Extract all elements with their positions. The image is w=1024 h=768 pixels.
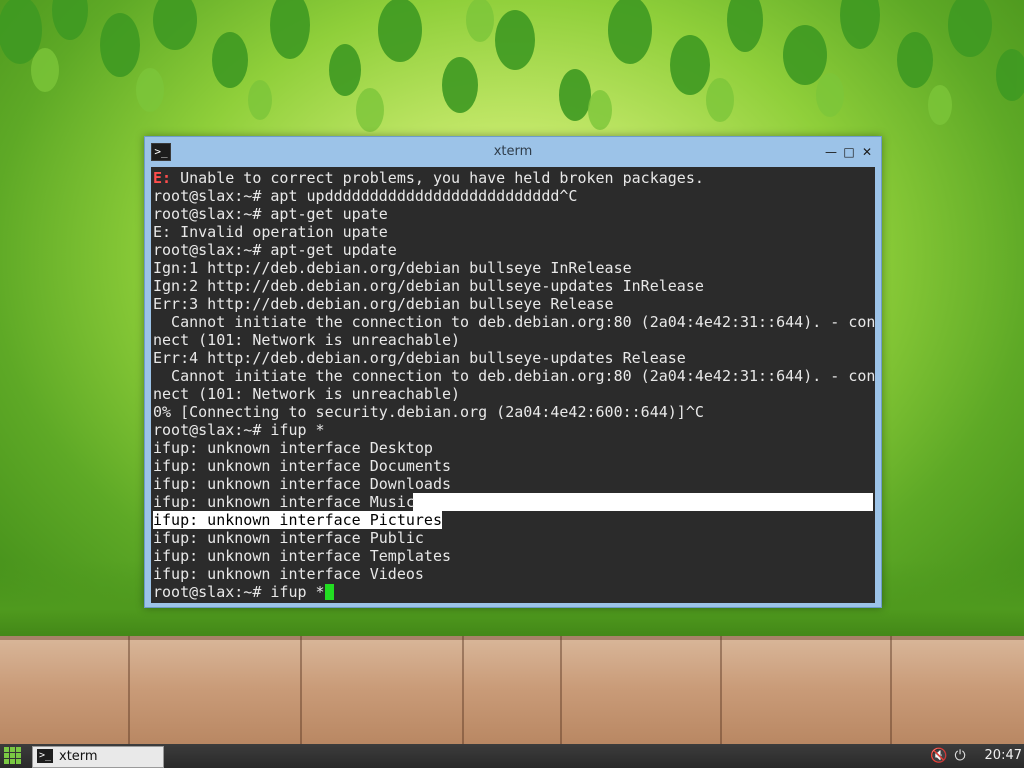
volume-muted-icon[interactable]: 🔇 [930, 748, 947, 764]
terminal-line: ifup: unknown interface Public [153, 529, 424, 547]
window-title: xterm [493, 144, 533, 159]
terminal-line: nect (101: Network is unreachable) [153, 331, 461, 349]
terminal-icon: >_ [37, 749, 53, 763]
deck-edge [0, 636, 1024, 640]
error-text: Unable to correct problems, you have hel… [171, 169, 704, 187]
terminal-output[interactable]: E: Unable to correct problems, you have … [151, 167, 875, 603]
terminal-line: root@slax:~# ifup * [153, 421, 325, 439]
prompt-text: root@slax:~# ifup * [153, 583, 325, 601]
error-prefix: E: [153, 169, 172, 187]
terminal-line: ifup: unknown interface Downloads [153, 475, 452, 493]
maximize-icon[interactable]: □ [841, 144, 857, 160]
close-icon[interactable]: ✕ [859, 144, 875, 160]
terminal-line: Ign:2 http://deb.debian.org/debian bulls… [153, 277, 704, 295]
terminal-line: ifup: unknown interface Documents [153, 457, 452, 475]
terminal-prompt-line[interactable]: root@slax:~# ifup * [153, 583, 334, 601]
text-selection-highlight [413, 493, 873, 511]
terminal-line: root@slax:~# apt-get upate [153, 205, 388, 223]
power-icon[interactable]: ⏻ [952, 748, 968, 764]
terminal-line: ifup: unknown interface Templates [153, 547, 452, 565]
terminal-line: ifup: unknown interface Music [153, 493, 415, 511]
terminal-line: Err:3 http://deb.debian.org/debian bulls… [153, 295, 614, 313]
terminal-line: root@slax:~# apt-get update [153, 241, 397, 259]
taskbar: >_ xterm 🔇 ⏻ 20:47 [0, 744, 1024, 768]
window-titlebar[interactable]: >_ xterm — □ ✕ [145, 137, 881, 167]
terminal-line: root@slax:~# apt upddddddddddddddddddddd… [153, 187, 578, 205]
terminal-line: E: Invalid operation upate [153, 223, 388, 241]
terminal-line: ifup: unknown interface Desktop [153, 439, 433, 457]
terminal-line: Cannot initiate the connection to deb.de… [153, 313, 875, 331]
xterm-window[interactable]: >_ xterm — □ ✕ E: Unable to correct prob… [144, 136, 882, 608]
clock[interactable]: 20:47 [978, 744, 1022, 768]
taskbar-item-xterm[interactable]: >_ xterm [32, 746, 164, 768]
app-grid-icon[interactable] [4, 747, 22, 765]
taskbar-item-label: xterm [59, 749, 98, 764]
terminal-line: Err:4 http://deb.debian.org/debian bulls… [153, 349, 686, 367]
terminal-line: nect (101: Network is unreachable) [153, 385, 461, 403]
text-cursor [324, 584, 334, 600]
terminal-line: ifup: unknown interface Videos [153, 565, 424, 583]
terminal-line-selected: ifup: unknown interface Pictures [153, 511, 442, 529]
terminal-line: Cannot initiate the connection to deb.de… [153, 367, 875, 385]
terminal-line: E: Unable to correct problems, you have … [153, 169, 704, 187]
minimize-icon[interactable]: — [823, 144, 839, 160]
terminal-line: Ign:1 http://deb.debian.org/debian bulls… [153, 259, 632, 277]
terminal-line: 0% [Connecting to security.debian.org (2… [153, 403, 704, 421]
wallpaper-leaves [0, 0, 1024, 132]
